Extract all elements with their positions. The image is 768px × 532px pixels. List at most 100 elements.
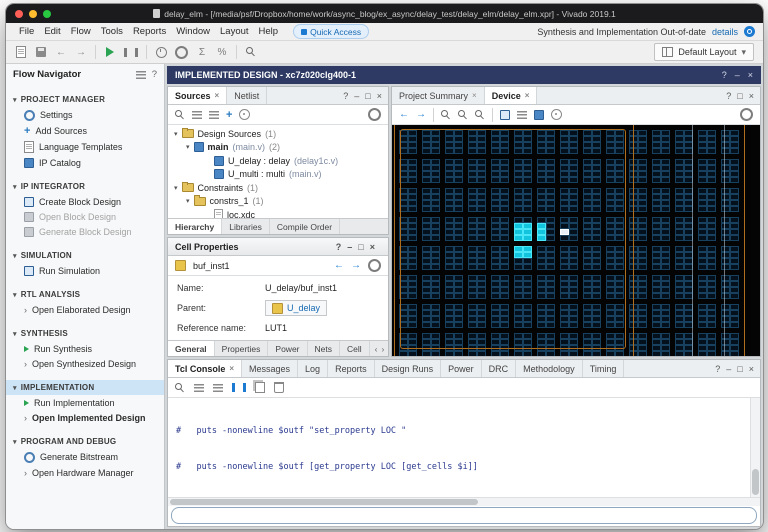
flow-nav-item-open-elaborated-design[interactable]: › Open Elaborated Design bbox=[6, 302, 164, 317]
section-header-rtl-analysis[interactable]: ▾ RTL ANALYSIS bbox=[6, 287, 164, 302]
section-header-ip-integrator[interactable]: ▾ IP INTEGRATOR bbox=[6, 179, 164, 194]
menu-help[interactable]: Help bbox=[254, 26, 284, 37]
run-button[interactable] bbox=[104, 45, 116, 59]
tab-timing[interactable]: Timing bbox=[583, 360, 625, 377]
scrollbar-thumb[interactable] bbox=[170, 499, 478, 505]
flow-nav-item-settings[interactable]: Settings bbox=[6, 107, 164, 123]
tree-item-u-multi[interactable]: U_multi : multi (main.v) bbox=[168, 168, 388, 182]
close-icon[interactable]: × bbox=[749, 364, 754, 374]
menu-window[interactable]: Window bbox=[171, 26, 215, 37]
close-icon[interactable]: × bbox=[525, 91, 530, 100]
menu-layout[interactable]: Layout bbox=[215, 26, 254, 37]
menu-edit[interactable]: Edit bbox=[39, 26, 65, 37]
minimize-window-button[interactable] bbox=[29, 10, 37, 18]
utilization-button[interactable]: % bbox=[216, 45, 228, 59]
redo-button[interactable]: → bbox=[75, 45, 87, 59]
tab-netlist[interactable]: Netlist bbox=[227, 87, 267, 104]
pause-output-icon[interactable] bbox=[232, 383, 246, 392]
flow-nav-item-generate-bitstream[interactable]: Generate Bitstream bbox=[6, 449, 164, 465]
settings-button[interactable] bbox=[175, 45, 188, 59]
tree-item-loc-xdc[interactable]: loc.xdc bbox=[168, 208, 388, 218]
tree-item-constraints[interactable]: ▾ Constraints (1) bbox=[168, 181, 388, 195]
tab-cell[interactable]: Cell bbox=[340, 341, 370, 356]
settings-gear-icon[interactable] bbox=[740, 108, 753, 121]
autofit-selection-icon[interactable] bbox=[551, 109, 562, 120]
flow-nav-item-run-simulation[interactable]: Run Simulation bbox=[6, 263, 164, 278]
forward-arrow-icon[interactable]: → bbox=[416, 109, 426, 120]
tab-tcl-console[interactable]: Tcl Console × bbox=[168, 360, 242, 377]
flow-nav-item-open-hardware-manager[interactable]: › Open Hardware Manager bbox=[6, 465, 164, 480]
tab-power[interactable]: Power bbox=[441, 360, 482, 377]
menu-file[interactable]: File bbox=[14, 26, 39, 37]
help-icon[interactable]: ? bbox=[722, 70, 727, 80]
section-header-synthesis[interactable]: ▾ SYNTHESIS bbox=[6, 326, 164, 341]
tcl-vertical-scrollbar[interactable] bbox=[750, 398, 760, 497]
details-link[interactable]: details bbox=[712, 27, 738, 37]
layout-selector[interactable]: Default Layout ▾ bbox=[654, 43, 754, 61]
tab-general[interactable]: General bbox=[168, 341, 215, 356]
help-icon[interactable]: ? bbox=[715, 364, 720, 374]
flow-nav-item-add-sources[interactable]: + Add Sources bbox=[6, 123, 164, 138]
scroll-tabs-right-icon[interactable]: › bbox=[381, 344, 384, 354]
pause-button[interactable] bbox=[124, 45, 138, 59]
close-icon[interactable]: × bbox=[748, 70, 753, 80]
flow-nav-item-generate-block-design[interactable]: Generate Block Design bbox=[6, 224, 164, 239]
scrollbar-thumb[interactable] bbox=[752, 469, 759, 495]
section-header-simulation[interactable]: ▾ SIMULATION bbox=[6, 248, 164, 263]
zoom-window-button[interactable] bbox=[43, 10, 51, 18]
close-window-button[interactable] bbox=[15, 10, 23, 18]
previous-object-button[interactable]: ← bbox=[334, 260, 344, 271]
chevron-down-icon[interactable]: ▾ bbox=[186, 143, 190, 151]
tab-power[interactable]: Power bbox=[268, 341, 307, 356]
tcl-command-input[interactable] bbox=[171, 507, 757, 524]
search-help-icon[interactable] bbox=[744, 26, 755, 37]
timing-button[interactable] bbox=[155, 45, 167, 59]
help-icon[interactable]: ? bbox=[152, 69, 157, 80]
tcl-horizontal-scrollbar[interactable] bbox=[168, 497, 760, 506]
flow-nav-item-run-synthesis[interactable]: Run Synthesis bbox=[6, 341, 164, 356]
minimize-icon[interactable]: – bbox=[735, 70, 740, 80]
chevron-down-icon[interactable]: ▾ bbox=[174, 130, 178, 138]
tab-nets[interactable]: Nets bbox=[308, 341, 340, 356]
flow-nav-item-ip-catalog[interactable]: IP Catalog bbox=[6, 155, 164, 170]
search-button[interactable] bbox=[245, 45, 257, 59]
close-icon[interactable]: × bbox=[215, 91, 220, 100]
select-area-icon[interactable] bbox=[500, 110, 510, 120]
tab-compile-order[interactable]: Compile Order bbox=[270, 219, 340, 234]
tree-item-constrs-1[interactable]: ▾ constrs_1 (1) bbox=[168, 195, 388, 209]
float-icon[interactable]: □ bbox=[737, 91, 742, 101]
zoom-fit-icon[interactable] bbox=[475, 110, 485, 120]
menu-tools[interactable]: Tools bbox=[96, 26, 128, 37]
chevron-right-icon[interactable]: › bbox=[24, 361, 27, 367]
settings-gear-icon[interactable] bbox=[368, 108, 381, 121]
undo-button[interactable]: ← bbox=[55, 45, 67, 59]
help-icon[interactable]: ? bbox=[726, 91, 731, 101]
quick-access-button[interactable]: Quick Access bbox=[293, 24, 369, 39]
tree-item-u-delay[interactable]: U_delay : delay (delay1c.v) bbox=[168, 154, 388, 168]
section-header-project-manager[interactable]: ▾ PROJECT MANAGER bbox=[6, 92, 164, 107]
save-button[interactable] bbox=[35, 45, 47, 59]
device-fabric[interactable] bbox=[392, 125, 760, 356]
tab-properties[interactable]: Properties bbox=[215, 341, 269, 356]
copy-icon[interactable] bbox=[255, 382, 265, 393]
help-icon[interactable]: ? bbox=[336, 242, 342, 252]
flow-nav-item-language-templates[interactable]: Language Templates bbox=[6, 138, 164, 155]
tab-sources[interactable]: Sources × bbox=[168, 87, 227, 104]
tree-item-design-sources[interactable]: ▾ Design Sources (1) bbox=[168, 127, 388, 141]
section-header-program-and-debug[interactable]: ▾ PROGRAM AND DEBUG bbox=[6, 434, 164, 449]
flow-nav-item-open-implemented-design[interactable]: › Open Implemented Design bbox=[6, 410, 164, 425]
minimize-icon[interactable]: – bbox=[354, 91, 359, 101]
menu-flow[interactable]: Flow bbox=[66, 26, 96, 37]
routing-resources-icon[interactable] bbox=[517, 111, 527, 119]
close-icon[interactable]: × bbox=[370, 242, 375, 252]
tree-item-main[interactable]: ▾ main (main.v) (2) bbox=[168, 141, 388, 155]
parent-cell-link[interactable]: U_delay bbox=[265, 300, 327, 316]
close-icon[interactable]: × bbox=[472, 91, 477, 100]
tab-log[interactable]: Log bbox=[298, 360, 328, 377]
menu-icon[interactable] bbox=[136, 71, 146, 79]
settings-gear-icon[interactable] bbox=[368, 259, 381, 272]
tab-hierarchy[interactable]: Hierarchy bbox=[168, 219, 222, 234]
zoom-out-icon[interactable] bbox=[458, 110, 468, 120]
minimize-icon[interactable]: – bbox=[347, 242, 352, 252]
tab-messages[interactable]: Messages bbox=[242, 360, 298, 377]
